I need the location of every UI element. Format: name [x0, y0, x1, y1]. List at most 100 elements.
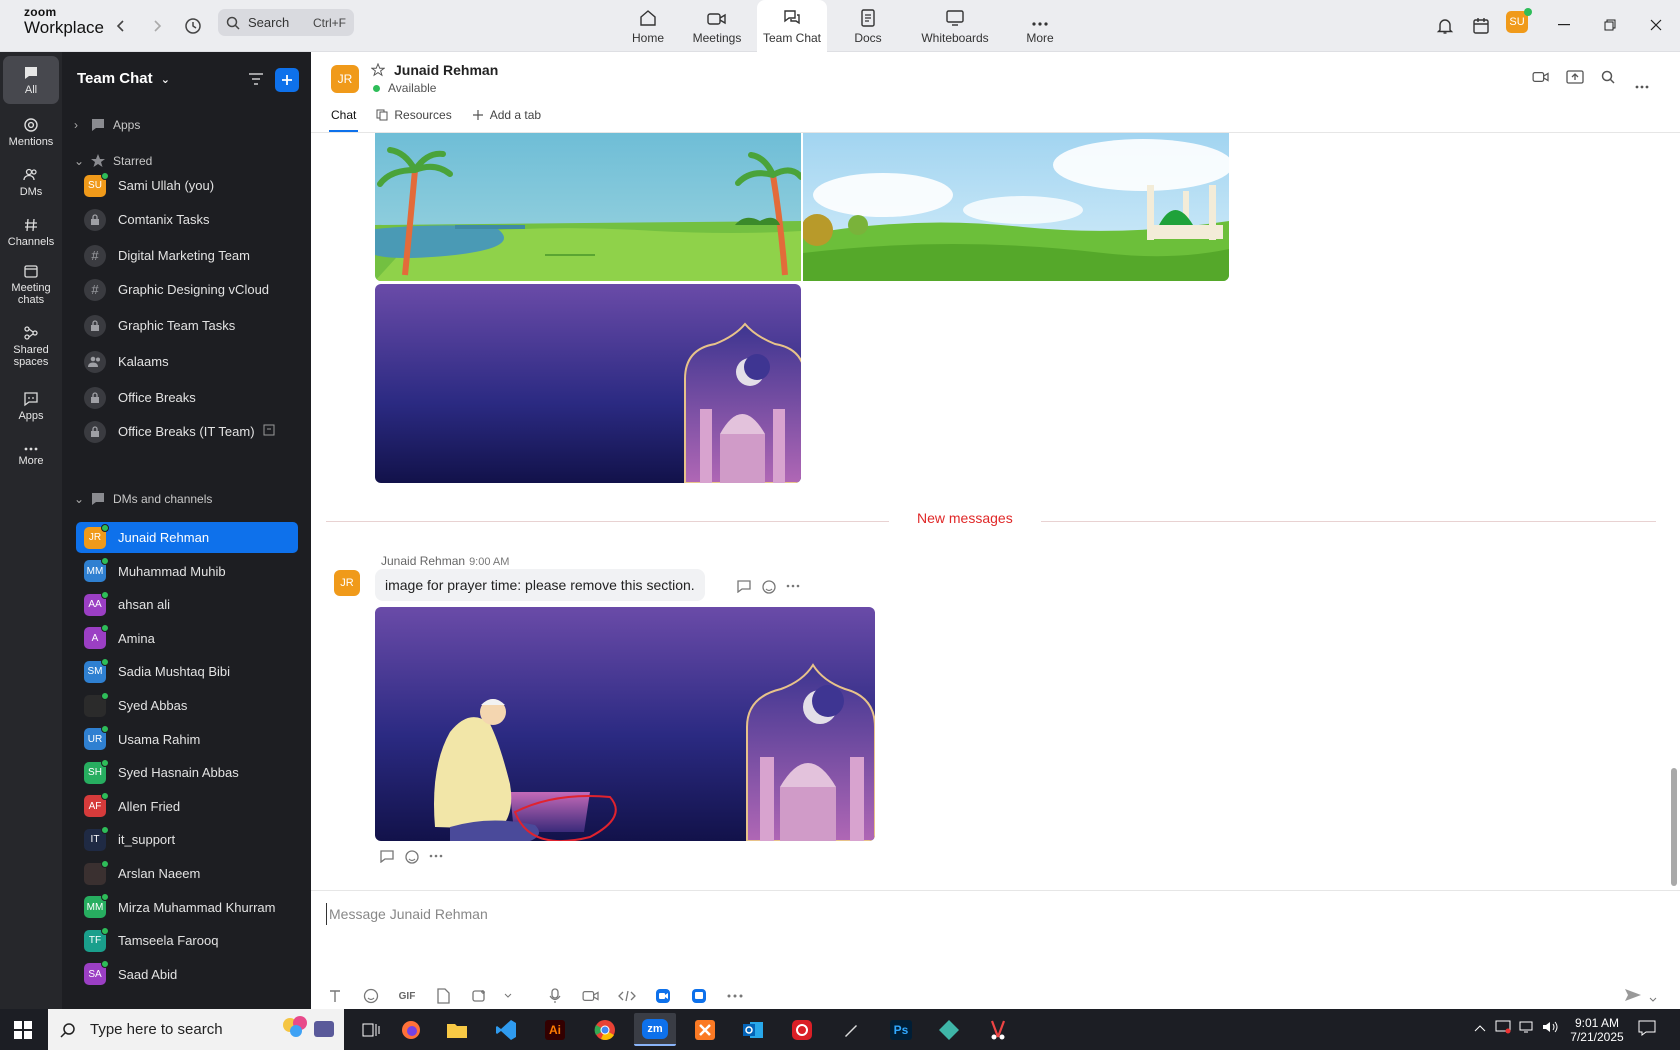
sidebar-item-office-breaks-it-team[interactable]: Office Breaks (IT Team) — [76, 416, 298, 447]
file-explorer-icon[interactable] — [436, 1013, 478, 1046]
message-avatar[interactable]: JR — [334, 570, 360, 596]
sidebar-item-sami-ullah[interactable]: SU Sami Ullah (you) — [76, 170, 298, 201]
chevron-down-icon[interactable] — [503, 984, 513, 1008]
video-call-icon[interactable] — [1532, 70, 1550, 89]
zoom-meeting-icon[interactable] — [687, 984, 711, 1008]
shared-image-beach-landscape[interactable] — [375, 133, 801, 281]
send-icon[interactable] — [1624, 988, 1642, 1007]
rail-dms[interactable]: DMs — [3, 158, 59, 206]
tab-home[interactable]: Home — [620, 0, 676, 52]
back-arrow-icon[interactable] — [109, 14, 133, 38]
dm-item[interactable]: SA Saad Abid — [76, 959, 298, 990]
share-screen-icon[interactable] — [1566, 70, 1584, 89]
dm-item[interactable]: MM Mirza Muhammad Khurram — [76, 892, 298, 923]
windows-start-icon[interactable] — [14, 1021, 32, 1044]
sidebar-item-graphic-designing-vcloud[interactable]: # Graphic Designing vCloud — [76, 274, 298, 305]
minimize-icon[interactable] — [1553, 14, 1575, 36]
more-dots-icon[interactable] — [429, 849, 443, 870]
dm-item[interactable]: SH Syed Hasnain Abbas — [76, 757, 298, 788]
dm-item[interactable]: SM Sadia Mushtaq Bibi — [76, 656, 298, 687]
speaker-icon[interactable] — [1542, 1020, 1558, 1037]
sidebar-item-graphic-team-tasks[interactable]: Graphic Team Tasks — [76, 310, 298, 341]
illustrator-icon[interactable]: Ai — [534, 1013, 576, 1046]
chat-scrollbar[interactable] — [1671, 768, 1677, 886]
tab-docs[interactable]: Docs — [840, 0, 896, 52]
shared-image-night-mosque[interactable] — [375, 284, 801, 483]
user-avatar[interactable]: SU — [1506, 8, 1532, 33]
chrome-icon[interactable] — [584, 1013, 626, 1046]
tab-more[interactable]: More — [1018, 0, 1062, 52]
task-view-icon[interactable] — [350, 1013, 392, 1046]
chevron-down-icon[interactable] — [1649, 990, 1657, 1008]
sidebar-item-digital-marketing-team[interactable]: # Digital Marketing Team — [76, 240, 298, 271]
reply-icon[interactable] — [379, 849, 395, 870]
gif-button[interactable]: GIF — [395, 984, 419, 1008]
more-dots-icon[interactable] — [723, 984, 747, 1008]
search-icon[interactable] — [1601, 70, 1615, 89]
tab-meetings[interactable]: Meetings — [687, 0, 747, 52]
rail-all[interactable]: All — [3, 56, 59, 104]
app-diamond-icon[interactable] — [928, 1013, 970, 1046]
shared-image-green-dome-landscape[interactable] — [803, 133, 1229, 281]
bell-icon[interactable] — [1433, 14, 1457, 38]
sidebar-item-office-breaks[interactable]: Office Breaks — [76, 382, 298, 413]
text-format-icon[interactable] — [323, 984, 347, 1008]
chat-header-avatar[interactable]: JR — [331, 65, 359, 93]
notification-center-icon[interactable] — [1638, 1020, 1656, 1039]
dm-item[interactable]: MM Muhammad Muhib — [76, 556, 298, 587]
rail-meeting-chats[interactable]: Meeting chats — [3, 258, 59, 310]
zoom-taskbar-icon[interactable]: zm — [634, 1013, 676, 1046]
section-dms-and-channels[interactable]: ⌄ DMs and channels — [74, 489, 212, 509]
rail-shared-spaces[interactable]: Shared spaces — [3, 320, 59, 372]
tab-chat[interactable]: Chat — [328, 100, 359, 132]
dm-item[interactable]: JR Junaid Rehman — [76, 522, 298, 553]
dm-item[interactable]: Arslan Naeem — [76, 858, 298, 889]
clock[interactable]: 9:01 AM 7/21/2025 — [1564, 1016, 1630, 1044]
new-chat-button[interactable] — [275, 68, 299, 92]
network-icon[interactable] — [1519, 1020, 1535, 1037]
message-sender[interactable]: Junaid Rehman — [381, 554, 465, 568]
restore-icon[interactable] — [1599, 14, 1621, 36]
video-message-icon[interactable] — [579, 984, 603, 1008]
chevron-up-icon[interactable] — [1474, 1021, 1486, 1035]
add-reaction-icon[interactable] — [761, 579, 777, 600]
microphone-icon[interactable] — [543, 984, 567, 1008]
rail-more[interactable]: More — [3, 432, 59, 480]
reply-icon[interactable] — [736, 579, 752, 600]
dm-item[interactable]: Syed Abbas — [76, 690, 298, 721]
photoshop-icon[interactable]: Ps — [880, 1013, 922, 1046]
screenshot-icon[interactable] — [467, 984, 491, 1008]
tray-app-icon[interactable] — [1495, 1020, 1511, 1037]
dm-item[interactable]: UR Usama Rahim — [76, 724, 298, 755]
message-bubble[interactable]: image for prayer time: please remove thi… — [375, 569, 705, 601]
shared-image-prayer-time[interactable] — [375, 607, 875, 841]
rail-channels[interactable]: Channels — [3, 208, 59, 256]
dm-item[interactable]: A Amina — [76, 623, 298, 654]
close-icon[interactable] — [1645, 14, 1667, 36]
forward-arrow-icon[interactable] — [145, 14, 169, 38]
dm-item[interactable]: TF Tamseela Farooq — [76, 925, 298, 956]
calendar-icon[interactable] — [1469, 14, 1493, 38]
search-bar[interactable]: Search Ctrl+F — [218, 9, 354, 36]
filter-icon[interactable] — [247, 70, 267, 90]
sidebar-item-comtanix-tasks[interactable]: Comtanix Tasks — [76, 204, 298, 235]
emoji-icon[interactable] — [359, 984, 383, 1008]
more-dots-icon[interactable] — [786, 579, 800, 600]
more-dots-icon[interactable] — [1635, 76, 1649, 94]
sidebar-title[interactable]: Team Chat ⌄ — [77, 70, 170, 87]
firefox-icon[interactable] — [390, 1013, 432, 1046]
tab-whiteboards[interactable]: Whiteboards — [915, 0, 995, 52]
section-apps[interactable]: › Apps — [74, 115, 140, 135]
chat-header-name[interactable]: Junaid Rehman — [394, 62, 498, 78]
rail-apps[interactable]: Apps — [3, 382, 59, 430]
outlook-icon[interactable] — [732, 1013, 774, 1046]
snipping-tool-icon[interactable] — [977, 1013, 1019, 1046]
tab-resources[interactable]: Resources — [376, 100, 452, 130]
xampp-icon[interactable] — [684, 1013, 726, 1046]
tab-add-a-tab[interactable]: Add a tab — [472, 100, 541, 130]
zoom-app-icon[interactable] — [651, 984, 675, 1008]
rail-mentions[interactable]: Mentions — [3, 108, 59, 156]
star-icon[interactable] — [370, 62, 386, 82]
add-reaction-icon[interactable] — [404, 849, 420, 870]
code-snippet-icon[interactable] — [615, 984, 639, 1008]
